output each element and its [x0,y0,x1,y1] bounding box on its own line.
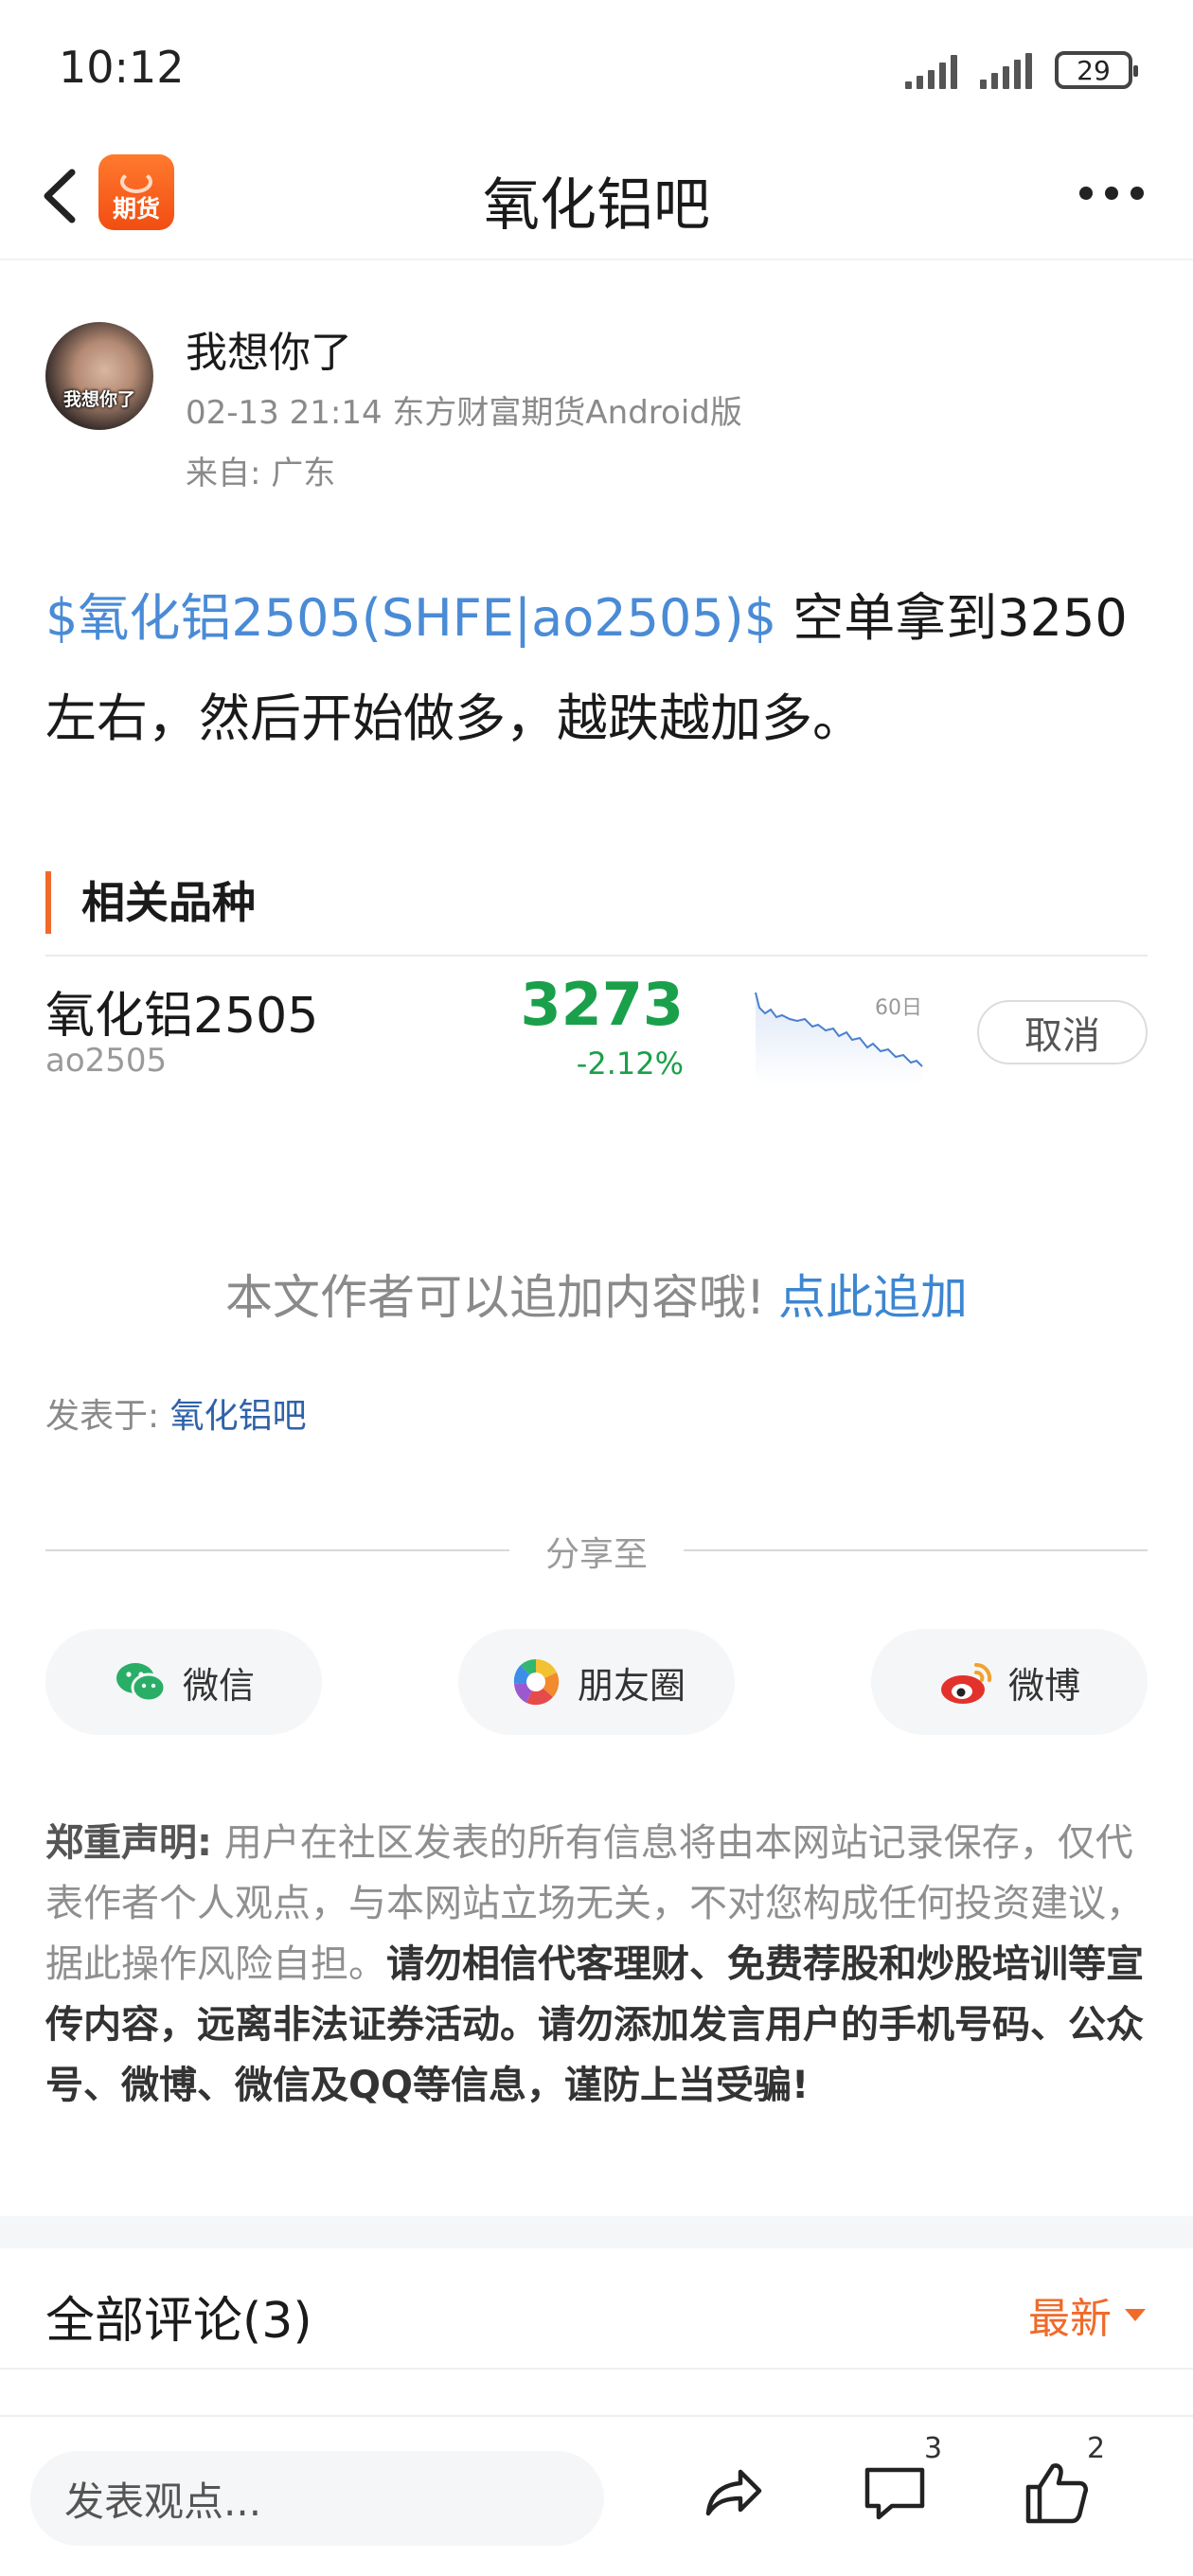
disclaimer: 郑重声明: 用户在社区发表的所有信息将由本网站记录保存，仅代表作者个人观点，与本… [45,1813,1148,2116]
page-title: 氧化铝吧 [483,172,710,239]
share-moments-label: 朋友圈 [577,1664,686,1707]
share-title: 分享至 [544,1535,648,1574]
divider [0,2368,1193,2370]
sort-toggle[interactable]: 最新 [1028,2284,1146,2345]
caret-down-icon [1125,2308,1146,2321]
signal-icon-2 [980,51,1032,89]
share-weibo-label: 微博 [1007,1664,1080,1707]
section-gap [0,2216,1193,2248]
quote-name[interactable]: 氧化铝2505 [45,975,318,1046]
weibo-icon [940,1662,992,1704]
posted-in-label: 发表于: [45,1397,170,1436]
share-icon[interactable] [697,2455,773,2531]
sort-label: 最新 [1028,2295,1112,2343]
quote-code: ao2505 [45,1042,168,1080]
sparkline-period: 60日 [875,996,922,1020]
like-count-badge: 2 [1087,2432,1106,2465]
comment-count-badge: 3 [924,2432,943,2465]
share-weibo-button[interactable]: 微博 [871,1629,1148,1735]
post-meta: 02-13 21:14 东方财富期货Android版 [186,394,742,432]
stock-link[interactable]: $氧化铝2505(SHFE|ao2505)$ [45,588,776,648]
quote-change: -2.12% [576,1046,684,1082]
author-avatar[interactable]: 我想你了 [45,322,153,430]
related-heading: 相关品种 [45,871,256,934]
disclaimer-label: 郑重声明: [45,1821,212,1865]
avatar-caption: 我想你了 [62,389,135,410]
status-bar: 10:12 29 [0,0,1193,133]
comment-icon[interactable] [858,2455,934,2531]
author-name[interactable]: 我想你了 [186,318,352,379]
like-icon[interactable] [1019,2455,1095,2531]
forum-link[interactable]: 氧化铝吧 [170,1397,307,1436]
divider [45,1549,509,1551]
cancel-button[interactable]: 取消 [977,1000,1148,1064]
signal-icon [905,51,957,89]
more-options-icon[interactable] [1079,184,1144,203]
append-prompt-row: 本文作者可以追加内容哦! 点此追加 [0,1260,1193,1328]
share-wechat-button[interactable]: 微信 [45,1629,322,1735]
append-link[interactable]: 点此追加 [778,1270,968,1325]
status-time: 10:12 [59,42,185,93]
moments-icon [512,1658,560,1706]
battery-icon: 29 [1055,51,1138,89]
battery-level: 29 [1077,54,1111,86]
divider [684,1549,1148,1551]
comments-title: 全部评论(3) [45,2293,312,2350]
comment-input[interactable]: 发表观点... [30,2451,604,2546]
post-location: 来自: 广东 [186,455,336,492]
divider [45,955,1148,957]
wechat-icon [116,1663,167,1703]
top-nav-bar: 期货 氧化铝吧 [0,133,1193,260]
bottom-action-bar: 发表观点... 3 2 [0,2415,1193,2576]
post-body: $氧化铝2505(SHFE|ao2505)$ 空单拿到3250左右，然后开始做多… [45,568,1148,769]
posted-in: 发表于: 氧化铝吧 [45,1388,307,1438]
share-wechat-label: 微信 [182,1664,255,1707]
share-moments-button[interactable]: 朋友圈 [458,1629,735,1735]
quote-price: 3273 [520,970,684,1039]
status-icons: 29 [905,47,1138,89]
append-prompt: 本文作者可以追加内容哦! [224,1270,766,1325]
